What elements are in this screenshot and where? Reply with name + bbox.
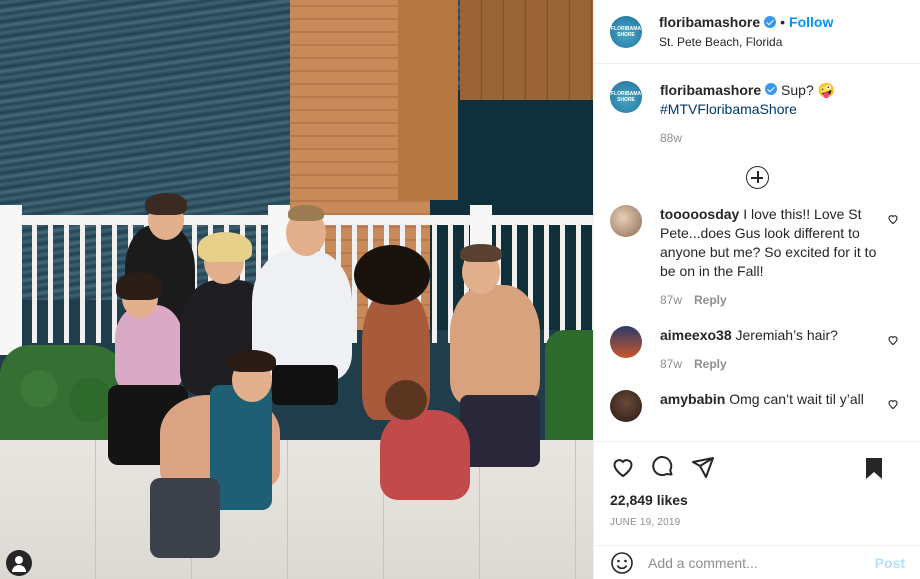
heart-icon[interactable] xyxy=(610,454,636,480)
comment-text-block: aimeexo38 Jeremiah’s hair? 87w Reply xyxy=(660,326,880,374)
avatar-logo-text: FLORIBAMA SHORE xyxy=(611,91,641,103)
rail-post xyxy=(0,205,22,355)
comment-heart-icon[interactable] xyxy=(887,334,899,346)
separator-dot: • xyxy=(780,14,786,30)
share-icon-graphic xyxy=(692,457,714,478)
post-sidebar: FLORIBAMA SHORE floribamashore • Follow … xyxy=(593,0,920,579)
follow-button[interactable]: Follow xyxy=(789,14,833,30)
comment-username[interactable]: tooooosday xyxy=(660,206,739,222)
caption-age[interactable]: 88w xyxy=(660,131,682,145)
comment-text: Jeremiah’s hair? xyxy=(735,327,838,343)
commenter-avatar[interactable] xyxy=(610,390,642,422)
post-actions: 22,849 likes JUNE 19, 2019 xyxy=(594,441,920,533)
comment-meta: 87w Reply xyxy=(660,355,880,374)
person xyxy=(115,305,183,390)
load-more-comments-icon[interactable] xyxy=(746,166,769,189)
comment-text-block: amybabin Omg can’t wait til y’all xyxy=(660,390,880,422)
person xyxy=(450,285,540,405)
bushes-right xyxy=(545,330,593,450)
comment-age[interactable]: 87w xyxy=(660,357,682,371)
post-date[interactable]: JUNE 19, 2019 xyxy=(610,517,905,528)
person-head xyxy=(385,380,427,420)
comment: tooooosday I love this!! Love St Pete...… xyxy=(610,205,905,310)
hair xyxy=(354,245,430,305)
shorts xyxy=(150,478,220,558)
add-comment-input[interactable] xyxy=(648,554,875,571)
verified-badge-icon xyxy=(764,16,777,28)
user-icon-head xyxy=(15,556,23,564)
comment-username[interactable]: amybabin xyxy=(660,391,725,407)
emoji-icon[interactable] xyxy=(610,551,634,575)
commenter-avatar[interactable] xyxy=(610,205,642,237)
comment-heart-icon[interactable] xyxy=(887,398,899,410)
header-text: floribamashore • Follow St. Pete Beach, … xyxy=(659,14,833,49)
comment-username[interactable]: aimeexo38 xyxy=(660,327,732,343)
person xyxy=(380,410,470,500)
comment-age[interactable]: 87w xyxy=(660,293,682,307)
caption-avatar[interactable]: FLORIBAMA SHORE xyxy=(610,81,642,113)
hair xyxy=(288,205,324,221)
dock-rail xyxy=(398,0,458,200)
commenter-avatar[interactable] xyxy=(610,326,642,358)
bookmark-icon[interactable] xyxy=(861,455,887,481)
bookmark-icon-graphic xyxy=(866,458,882,479)
hashtag-link[interactable]: #MTVFloribamaShore xyxy=(660,101,797,117)
action-icons xyxy=(610,442,905,492)
username-link[interactable]: floribamashore xyxy=(659,14,760,30)
reply-button[interactable]: Reply xyxy=(694,357,727,371)
profile-avatar[interactable]: FLORIBAMA SHORE xyxy=(610,15,642,48)
share-icon[interactable] xyxy=(690,454,716,480)
caption-meta: 88w xyxy=(660,129,880,148)
post-photo[interactable] xyxy=(0,0,593,579)
comment: aimeexo38 Jeremiah’s hair? 87w Reply xyxy=(610,326,905,374)
comment-text-block: tooooosday I love this!! Love St Pete...… xyxy=(660,205,880,310)
user-icon[interactable] xyxy=(6,550,32,576)
comment-icon[interactable] xyxy=(650,454,676,480)
hair xyxy=(460,244,502,262)
shorts xyxy=(272,365,338,405)
verified-badge-icon xyxy=(765,83,778,95)
avatar-logo-text: FLORIBAMA SHORE xyxy=(611,25,641,38)
hair xyxy=(228,350,276,372)
caption-text-block: floribamashore Sup? 🤪 #MTVFloribamaShore… xyxy=(660,81,880,148)
post-comment-button[interactable]: Post xyxy=(875,555,905,571)
header-top-line: floribamashore • Follow xyxy=(659,14,833,30)
likes-count[interactable]: 22,849 likes xyxy=(610,492,905,508)
comment-heart-icon[interactable] xyxy=(887,213,899,225)
hair xyxy=(145,193,187,215)
shorts xyxy=(460,395,540,467)
caption: FLORIBAMA SHORE floribamashore Sup? 🤪 #M… xyxy=(610,81,905,148)
location-link[interactable]: St. Pete Beach, Florida xyxy=(659,35,833,49)
hair xyxy=(116,272,162,300)
heart-icon-graphic xyxy=(613,459,633,478)
comment-icon-graphic xyxy=(652,456,673,477)
caption-text: Sup? 🤪 xyxy=(781,82,836,98)
deck-benches xyxy=(460,0,593,100)
add-comment-bar: Post xyxy=(594,545,920,579)
post-header: FLORIBAMA SHORE floribamashore • Follow … xyxy=(594,0,920,64)
user-icon-body xyxy=(12,565,26,572)
hair xyxy=(198,232,252,262)
reply-button[interactable]: Reply xyxy=(694,293,727,307)
comment: amybabin Omg can’t wait til y’all xyxy=(610,390,905,422)
caption-username[interactable]: floribamashore xyxy=(660,82,761,98)
instagram-post: FLORIBAMA SHORE floribamashore • Follow … xyxy=(0,0,920,579)
comment-text: Omg can’t wait til y’all xyxy=(729,391,864,407)
comments-section[interactable]: FLORIBAMA SHORE floribamashore Sup? 🤪 #M… xyxy=(594,65,920,440)
comment-meta: 87w Reply xyxy=(660,291,880,310)
